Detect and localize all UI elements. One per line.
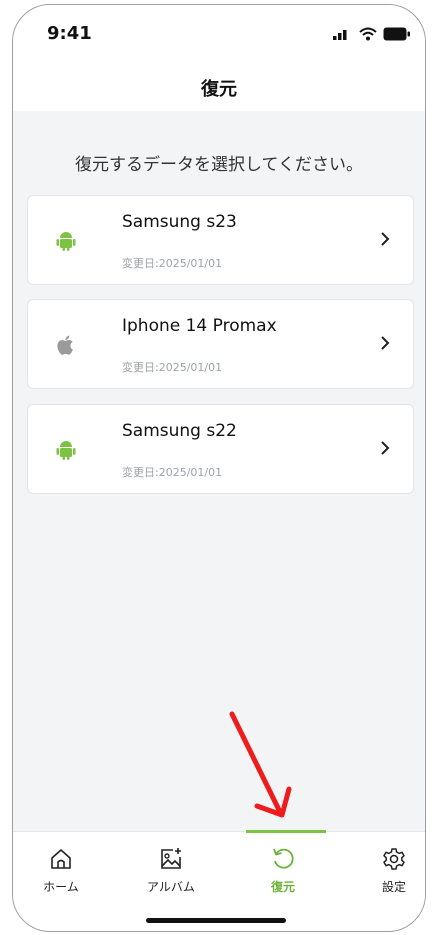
device-card-samsung-s23[interactable]: Samsung s23 変更日:2025/01/01 <box>27 195 414 285</box>
android-icon <box>56 441 76 460</box>
nav-tab-album[interactable]: アルバム <box>131 846 211 895</box>
active-tab-indicator <box>246 830 326 833</box>
status-time: 9:41 <box>47 23 92 44</box>
nav-label-album: アルバム <box>147 880 195 894</box>
device-name: Samsung s23 <box>122 212 237 232</box>
phone-frame: 9:41 復元 復元するデータを選択してください。 Samsung s23 変更… <box>12 4 426 932</box>
status-icons <box>333 27 411 41</box>
android-icon <box>56 232 76 251</box>
apple-icon <box>57 335 73 355</box>
page-title: 復元 <box>201 79 237 100</box>
nav-label-home: ホーム <box>43 880 79 894</box>
device-modified-date: 変更日:2025/01/01 <box>122 257 223 270</box>
bottom-nav: ホーム アルバム 復元 設定 <box>13 830 425 931</box>
instruction-text: 復元するデータを選択してください。 <box>75 155 363 175</box>
device-name: Iphone 14 Promax <box>122 316 277 336</box>
device-modified-date: 変更日:2025/01/01 <box>122 361 223 374</box>
signal-icon <box>333 30 347 40</box>
chevron-right-icon <box>381 336 390 350</box>
battery-icon <box>383 27 410 41</box>
nav-tab-settings[interactable]: 設定 <box>354 846 425 895</box>
album-add-icon <box>161 848 181 869</box>
device-card-iphone-14-promax[interactable]: Iphone 14 Promax 変更日:2025/01/01 <box>27 299 414 389</box>
nav-tab-restore[interactable]: 復元 <box>243 846 323 895</box>
chevron-right-icon <box>381 441 390 455</box>
nav-label-restore: 復元 <box>270 880 295 894</box>
home-icon <box>51 849 71 869</box>
device-card-samsung-s22[interactable]: Samsung s22 変更日:2025/01/01 <box>27 404 414 494</box>
device-name: Samsung s22 <box>122 421 237 441</box>
device-modified-date: 変更日:2025/01/01 <box>122 466 223 479</box>
restore-icon <box>273 848 294 869</box>
wifi-icon <box>359 27 377 41</box>
top-bar: 9:41 復元 <box>13 5 425 111</box>
chevron-right-icon <box>381 232 390 246</box>
nav-label-settings: 設定 <box>381 880 406 894</box>
gear-icon <box>383 848 405 870</box>
nav-tab-home[interactable]: ホーム <box>21 846 101 895</box>
home-indicator <box>146 918 286 923</box>
